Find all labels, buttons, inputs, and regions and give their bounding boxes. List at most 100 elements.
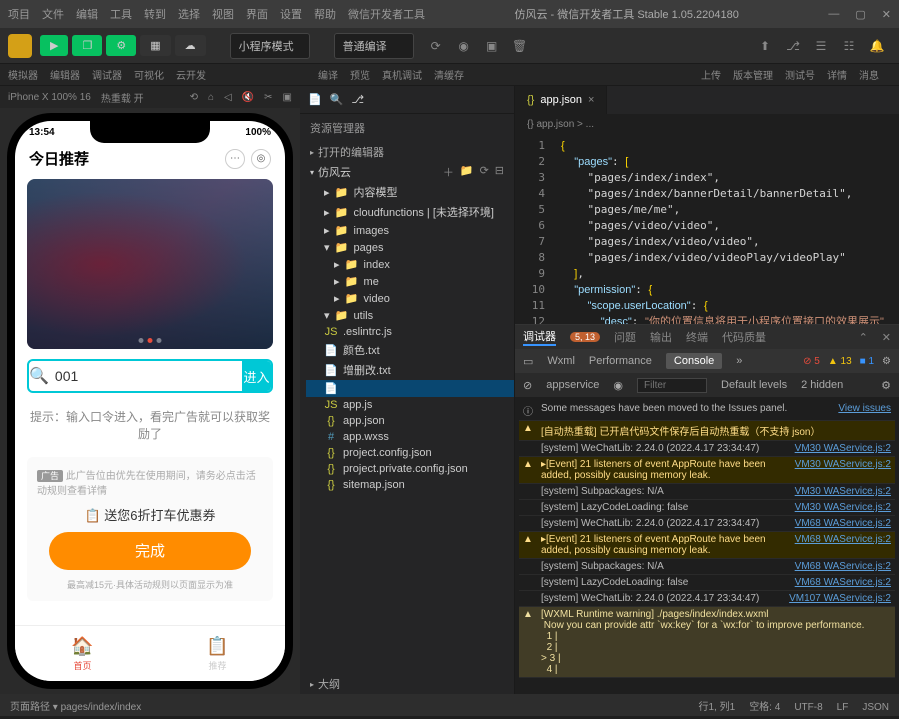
menu-item[interactable]: 编辑 xyxy=(76,6,98,22)
tree-node[interactable]: ▾ 📁pages xyxy=(306,239,514,256)
tab-performance[interactable]: Performance xyxy=(589,355,652,367)
upload-btn[interactable]: ⬆ xyxy=(751,34,779,58)
project-root[interactable]: ▾仿风云 ＋ 📁 ⟳ ⊟ xyxy=(300,162,514,182)
tree-node[interactable]: ▸ 📁me xyxy=(306,273,514,290)
menu-item[interactable]: 转到 xyxy=(144,6,166,22)
new-file-icon[interactable]: ＋ xyxy=(443,164,454,180)
log-line[interactable]: [system] LazyCodeLoading: falseVM30 WASe… xyxy=(519,500,895,516)
console-log[interactable]: ⓘSome messages have been moved to the Is… xyxy=(515,397,899,694)
details-btn[interactable]: ☷ xyxy=(835,34,863,58)
page-path[interactable]: 页面路径 ▾ pages/index/index xyxy=(10,698,141,713)
minimize-icon[interactable]: — xyxy=(828,8,839,21)
files-icon[interactable]: 📄 xyxy=(308,93,322,106)
levels-select[interactable]: Default levels xyxy=(721,379,787,391)
screenshot-icon[interactable]: ✂ xyxy=(264,92,272,103)
rotate-icon[interactable]: ⟲ xyxy=(190,92,198,103)
tree-node[interactable]: JS.eslintrc.js xyxy=(306,324,514,340)
log-line[interactable]: ▲▸[Event] 21 listeners of event AppRoute… xyxy=(519,457,895,484)
git-icon[interactable]: ⎇ xyxy=(351,93,364,106)
log-line[interactable]: [system] Subpackages: N/AVM30 WAService.… xyxy=(519,484,895,500)
menu-item[interactable]: 文件 xyxy=(42,6,64,22)
search-icon[interactable]: 🔍 xyxy=(330,93,344,106)
new-folder-icon[interactable]: 📁 xyxy=(460,164,474,180)
context-select[interactable]: appservice xyxy=(546,379,599,391)
clear-icon[interactable]: ⊘ xyxy=(523,379,532,392)
panel-up-icon[interactable]: ⌃ xyxy=(859,331,868,344)
menu-item[interactable]: 界面 xyxy=(246,6,268,22)
tree-node[interactable]: ▸ 📁cloudfunctions | [未选择环境] xyxy=(306,202,514,222)
test-btn[interactable]: ☰ xyxy=(807,34,835,58)
editor-toggle[interactable]: ❐ xyxy=(72,35,102,56)
tree-node[interactable]: {}project.config.json xyxy=(306,445,514,461)
menu-item[interactable]: 帮助 xyxy=(314,6,336,22)
editor-tab[interactable]: {}app.json× xyxy=(515,86,607,114)
version-btn[interactable]: ⎇ xyxy=(779,34,807,58)
tree-node[interactable]: {}app.json xyxy=(306,413,514,429)
log-line[interactable]: ▲[自动热重载] 已开启代码文件保存后自动热重载（不支持 json） xyxy=(519,421,895,441)
enter-button[interactable]: 进入 xyxy=(242,361,271,391)
tab-item[interactable]: 📋推荐 xyxy=(150,626,285,681)
outline-section[interactable]: ▸大纲 xyxy=(300,674,514,694)
tree-node[interactable]: ▸ 📁内容模型 xyxy=(306,182,514,202)
tree-node[interactable]: ▸ 📁index xyxy=(306,256,514,273)
log-line[interactable]: [system] Subpackages: N/AVM68 WAService.… xyxy=(519,559,895,575)
breadcrumb[interactable]: {} app.json > ... xyxy=(515,114,899,134)
mode-select[interactable]: 小程序模式 xyxy=(230,33,310,59)
visual-toggle[interactable]: ▦ xyxy=(140,35,170,56)
preview-btn[interactable]: ◉ xyxy=(450,34,478,58)
open-editors-section[interactable]: ▸打开的编辑器 xyxy=(300,142,514,162)
tree-node[interactable]: ▸ 📁video xyxy=(306,290,514,307)
remote-debug-btn[interactable]: ▣ xyxy=(478,34,506,58)
done-button[interactable]: 完成 xyxy=(49,532,251,570)
tree-node[interactable]: JSapp.js xyxy=(306,397,514,413)
tab-output[interactable]: 输出 xyxy=(650,329,672,345)
log-line[interactable]: [system] WeChatLib: 2.24.0 (2022.4.17 23… xyxy=(519,516,895,532)
filter-input[interactable] xyxy=(637,378,707,393)
banner-image[interactable] xyxy=(27,179,273,349)
menu-item[interactable]: 微信开发者工具 xyxy=(348,6,425,22)
menu-item[interactable]: 选择 xyxy=(178,6,200,22)
status-item[interactable]: 空格: 4 xyxy=(749,702,780,713)
log-line[interactable]: ▲[WXML Runtime warning] ./pages/index/in… xyxy=(519,607,895,678)
more-tabs-icon[interactable]: » xyxy=(736,355,742,367)
tree-node[interactable]: {}project.private.config.json xyxy=(306,461,514,477)
status-item[interactable]: LF xyxy=(837,702,849,713)
simulator-toggle[interactable]: ▶ xyxy=(40,35,68,56)
tree-node[interactable]: 📄增删改.txt xyxy=(306,360,514,380)
tab-console[interactable]: Console xyxy=(666,353,722,369)
clear-cache-btn[interactable]: 🗑 xyxy=(506,34,534,58)
more-icon[interactable]: ⋯ xyxy=(225,149,245,169)
cloud-toggle[interactable]: ☁ xyxy=(175,35,206,56)
tree-node[interactable]: ▸ 📁images xyxy=(306,222,514,239)
status-item[interactable]: UTF-8 xyxy=(794,702,822,713)
device-label[interactable]: iPhone X 100% 16 xyxy=(8,92,91,103)
log-line[interactable]: [system] WeChatLib: 2.24.0 (2022.4.17 23… xyxy=(519,441,895,457)
menu-item[interactable]: 视图 xyxy=(212,6,234,22)
code-pane[interactable]: 1234567891011121314 { "pages": [ "pages/… xyxy=(515,134,899,324)
tab-problems[interactable]: 问题 xyxy=(614,329,636,345)
panel-close-icon[interactable]: ✕ xyxy=(882,331,891,344)
tab-terminal[interactable]: 终端 xyxy=(686,329,708,345)
target-icon[interactable]: ◎ xyxy=(251,149,271,169)
log-line[interactable]: [system] WeChatLib: 2.24.0 (2022.4.17 23… xyxy=(519,591,895,607)
tree-node[interactable]: 📄颜色.txt xyxy=(306,340,514,360)
back-icon[interactable]: ◁ xyxy=(224,92,232,103)
collapse-icon[interactable]: ⊟ xyxy=(495,164,504,180)
settings-icon[interactable]: ⚙ xyxy=(882,356,891,367)
close-tab-icon[interactable]: × xyxy=(588,94,594,106)
tab-wxml[interactable]: Wxml xyxy=(547,355,575,367)
eye-icon[interactable]: ◉ xyxy=(613,379,623,392)
tree-node[interactable]: ▾ 📁utils xyxy=(306,307,514,324)
notify-btn[interactable]: 🔔 xyxy=(863,34,891,58)
float-icon[interactable]: ▣ xyxy=(283,92,292,103)
status-item[interactable]: JSON xyxy=(862,702,889,713)
home-icon[interactable]: ⌂ xyxy=(208,92,214,103)
compile-btn[interactable]: ⟳ xyxy=(422,34,450,58)
log-line[interactable]: ⓘSome messages have been moved to the Is… xyxy=(519,401,895,421)
debugger-toggle[interactable]: ⚙ xyxy=(106,35,136,56)
tab-quality[interactable]: 代码质量 xyxy=(722,329,766,345)
tree-node[interactable]: {}sitemap.json xyxy=(306,477,514,493)
compile-select[interactable]: 普通编译 xyxy=(334,33,414,59)
refresh-icon[interactable]: ⟳ xyxy=(480,164,489,180)
menu-item[interactable]: 工具 xyxy=(110,6,132,22)
